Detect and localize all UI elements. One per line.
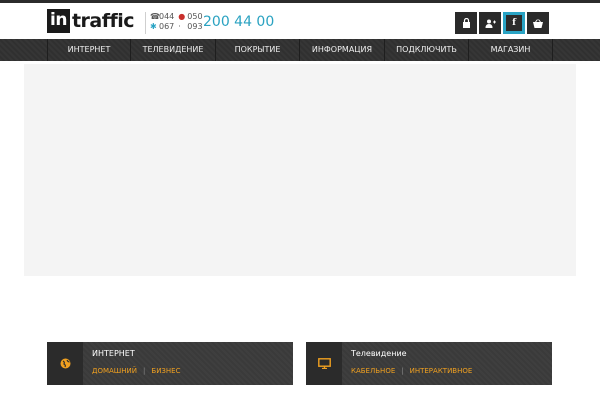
card-title: ИНТЕРНЕТ	[92, 349, 135, 358]
lock-icon	[462, 18, 470, 28]
internet-card[interactable]: ИНТЕРНЕТ ДОМАШНИЙ | БИЗНЕС	[47, 342, 293, 385]
login-button[interactable]	[455, 12, 477, 34]
nav-item[interactable]: МАГАЗИН	[469, 39, 553, 61]
cart-button[interactable]	[527, 12, 549, 34]
card-links: КАБЕЛЬНОЕ | ИНТЕРАКТИВНОЕ	[351, 367, 472, 375]
header: in traffic ☎ 044 ● 050 ✱ 067 · 093 200 4…	[0, 3, 600, 39]
link-separator: |	[143, 367, 146, 375]
register-button[interactable]	[479, 12, 501, 34]
phone-icon: ☎	[150, 12, 160, 21]
tv-card[interactable]: Телевидение КАБЕЛЬНОЕ | ИНТЕРАКТИВНОЕ	[306, 342, 552, 385]
nav-item[interactable]: ПОДКЛЮЧИТЬ	[385, 39, 469, 61]
facebook-icon: f	[512, 18, 516, 28]
card-icon-box	[47, 342, 83, 385]
basket-icon	[533, 18, 543, 28]
nav-item[interactable]: ТЕЛЕВИДЕНИЕ	[131, 39, 216, 61]
header-icon-buttons: f	[455, 12, 551, 34]
logo[interactable]: in traffic	[47, 9, 135, 33]
link-interactive[interactable]: ИНТЕРАКТИВНОЕ	[410, 367, 473, 375]
main-phone-number[interactable]: 200 44 00	[203, 14, 274, 30]
nav-item[interactable]: ПОКРЫТИЕ	[216, 39, 300, 61]
operator-code: 093	[187, 22, 203, 31]
hero-banner	[24, 64, 576, 276]
link-cable[interactable]: КАБЕЛЬНОЕ	[351, 367, 395, 375]
globe-icon	[60, 358, 70, 369]
drop-icon: ●	[178, 12, 186, 21]
dot-icon: ·	[178, 22, 181, 31]
card-title: Телевидение	[351, 349, 407, 358]
main-nav: ИНТЕРНЕТ ТЕЛЕВИДЕНИЕ ПОКРЫТИЕ ИНФОРМАЦИЯ ПОД…	[0, 39, 600, 61]
users-icon	[485, 19, 496, 28]
link-business[interactable]: БИЗНЕС	[151, 367, 180, 375]
facebook-button[interactable]: f	[503, 12, 525, 34]
operator-code: 044	[159, 12, 175, 21]
logo-mark: in	[47, 9, 70, 33]
star-icon: ✱	[150, 22, 157, 31]
operator-codes: ☎ 044 ● 050 ✱ 067 · 093	[145, 12, 203, 34]
link-home[interactable]: ДОМАШНИЙ	[92, 367, 137, 375]
nav-item[interactable]: ИНФОРМАЦИЯ	[300, 39, 385, 61]
nav-item[interactable]: ИНТЕРНЕТ	[47, 39, 131, 61]
link-separator: |	[401, 367, 404, 375]
card-links: ДОМАШНИЙ | БИЗНЕС	[92, 367, 181, 375]
tv-icon	[317, 358, 331, 369]
logo-text: traffic	[71, 10, 135, 32]
operator-code: 050	[187, 12, 203, 21]
operator-code: 067	[159, 22, 175, 31]
card-icon-box	[306, 342, 342, 385]
